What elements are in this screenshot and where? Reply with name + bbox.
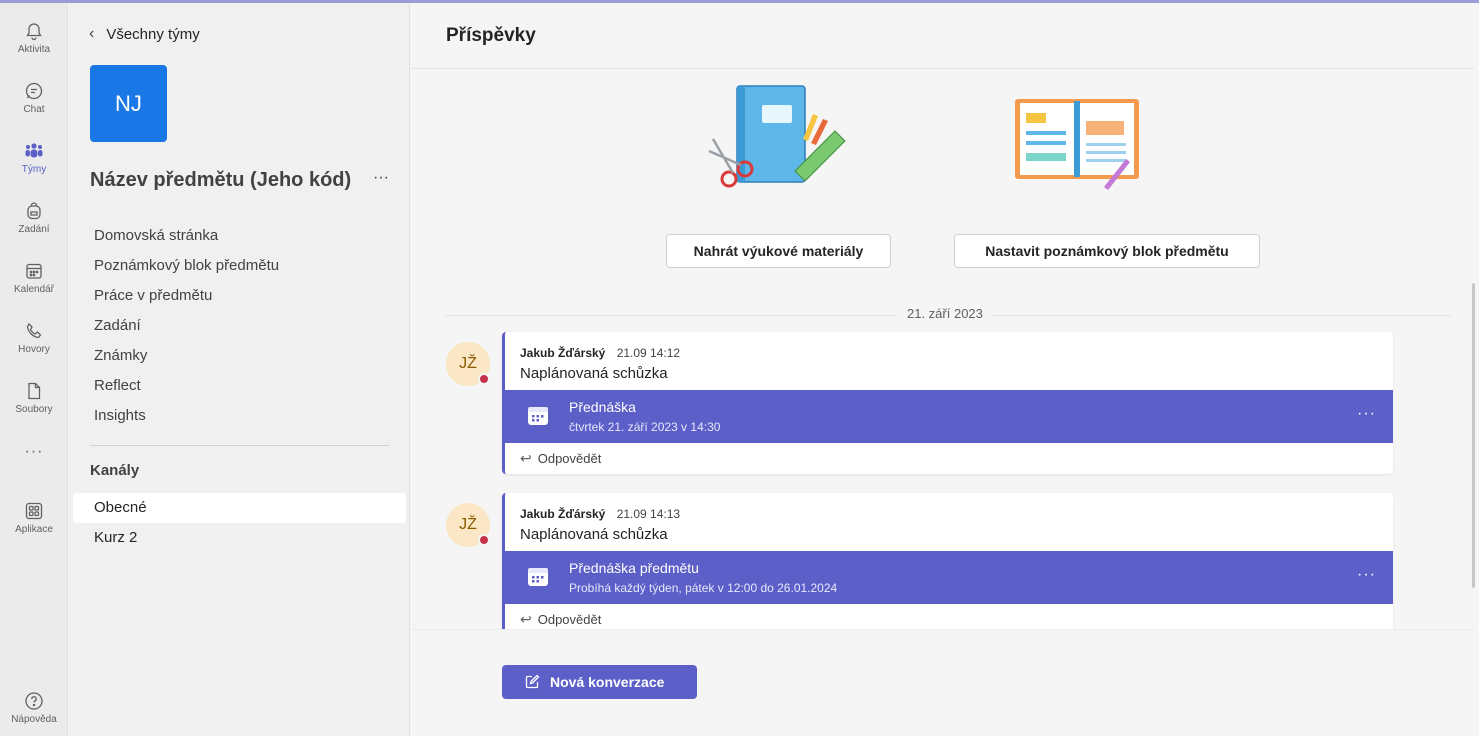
apps-icon: [25, 502, 43, 520]
channels-heading: Kanály: [90, 462, 140, 479]
post-header: Jakub Žďárský 21.09 14:12: [520, 346, 680, 360]
channel-general[interactable]: Obecné: [73, 493, 406, 523]
back-to-all-teams[interactable]: ‹ Všechny týmy: [89, 25, 200, 43]
rail-label: Zadání: [18, 224, 50, 235]
meeting-card[interactable]: Přednáška předmětu Probíhá každý týden, …: [505, 551, 1393, 604]
nav-item-insights[interactable]: Insights: [94, 404, 279, 434]
post-card: Jakub Žďárský 21.09 14:13 Naplánovaná sc…: [502, 493, 1393, 635]
rail-item-calendar[interactable]: Kalendář: [0, 251, 68, 307]
rail-label: Soubory: [15, 404, 53, 415]
nav-item-home[interactable]: Domovská stránka: [94, 224, 279, 254]
post-subject: Naplánovaná schůzka: [520, 526, 668, 543]
new-conversation-button[interactable]: Nová konverzace: [502, 665, 697, 699]
post-header: Jakub Žďárský 21.09 14:13: [520, 507, 680, 521]
meeting-detail: čtvrtek 21. září 2023 v 14:30: [569, 420, 721, 434]
more-options-icon[interactable]: ···: [1357, 405, 1376, 423]
scrollbar[interactable]: [1472, 283, 1475, 588]
rail-item-help[interactable]: Nápověda: [0, 681, 68, 736]
reply-button[interactable]: ↩ Odpovědět: [520, 611, 601, 628]
nav-item-notebook[interactable]: Poznámkový blok předmětu: [94, 254, 279, 284]
reply-label: Odpovědět: [537, 451, 602, 466]
post-author[interactable]: Jakub Žďárský: [520, 346, 605, 360]
chevron-left-icon: ‹: [89, 25, 95, 42]
rail-item-assignments[interactable]: Zadání: [0, 191, 68, 247]
rail-item-calls[interactable]: Hovory: [0, 311, 68, 367]
sidebar-divider: [90, 445, 389, 446]
rail-item-files[interactable]: Soubory: [0, 371, 68, 427]
post-time: 21.09 14:13: [616, 507, 681, 521]
presence-busy-icon: [478, 373, 490, 385]
more-options-icon[interactable]: ···: [1357, 566, 1376, 584]
calendar-icon: [528, 568, 548, 586]
teams-icon: [25, 143, 43, 158]
post-card: Jakub Žďárský 21.09 14:12 Naplánovaná sc…: [502, 332, 1393, 474]
posts-pane: Příspěvky Nahrát výukové materiály Nasta…: [411, 3, 1475, 736]
reply-icon: ↩: [520, 611, 532, 627]
back-label: Všechny týmy: [106, 25, 200, 43]
calendar-icon: [528, 407, 548, 425]
team-avatar: NJ: [90, 65, 167, 142]
channel-kurz-2[interactable]: Kurz 2: [73, 523, 406, 553]
meeting-title: Přednáška předmětu: [569, 560, 699, 576]
notebook-illustration: [1015, 99, 1139, 190]
reply-button[interactable]: ↩ Odpovědět: [520, 450, 601, 467]
rail-item-teams[interactable]: Týmy: [0, 131, 68, 187]
more-apps-icon[interactable]: ···: [0, 443, 68, 461]
rail-label: Kalendář: [13, 284, 55, 295]
setup-notebook-button[interactable]: Nastavit poznámkový blok předmětu: [954, 234, 1260, 268]
team-name: Název předmětu (Jeho kód): [90, 169, 352, 191]
reply-label: Odpovědět: [537, 612, 602, 627]
rail-label: Hovory: [18, 344, 50, 355]
rail-item-apps[interactable]: Aplikace: [0, 491, 68, 547]
rail-label: Aktivita: [17, 44, 51, 55]
post-time: 21.09 14:12: [616, 346, 681, 360]
backpack-icon: [27, 202, 41, 220]
presence-busy-icon: [478, 534, 490, 546]
school-supplies-illustration: [708, 85, 846, 188]
phone-icon: [26, 322, 42, 339]
team-nav: Domovská stránka Poznámkový blok předmět…: [94, 224, 279, 434]
date-separator: 21. září 2023: [897, 306, 993, 321]
meeting-title: Přednáška: [569, 399, 636, 415]
meeting-detail: Probíhá každý týden, pátek v 12:00 do 26…: [569, 581, 838, 595]
team-more-options[interactable]: ···: [373, 169, 389, 187]
chat-icon: [25, 82, 43, 100]
page-title: Příspěvky: [446, 25, 536, 46]
calendar-icon: [26, 263, 42, 279]
nav-item-classwork[interactable]: Práce v předmětu: [94, 284, 279, 314]
post-subject: Naplánovaná schůzka: [520, 365, 668, 382]
rail-item-activity[interactable]: Aktivita: [0, 11, 68, 67]
team-sidebar: ‹ Všechny týmy NJ Název předmětu (Jeho k…: [69, 3, 410, 736]
rail-label: Chat: [23, 104, 45, 115]
upload-materials-button[interactable]: Nahrát výukové materiály: [666, 234, 891, 268]
post-author[interactable]: Jakub Žďárský: [520, 507, 605, 521]
nav-item-assignments[interactable]: Zadání: [94, 314, 279, 344]
app-rail: Aktivita Chat Týmy Zadání Kalendář Hovor…: [0, 3, 68, 736]
rail-label: Týmy: [21, 164, 47, 175]
meeting-card[interactable]: Přednáška čtvrtek 21. září 2023 v 14:30 …: [505, 390, 1393, 443]
reply-icon: ↩: [520, 450, 532, 466]
nav-item-reflect[interactable]: Reflect: [94, 374, 279, 404]
compose-icon: [525, 674, 540, 689]
new-conversation-label: Nová konverzace: [550, 674, 665, 690]
file-icon: [28, 382, 41, 400]
rail-item-chat[interactable]: Chat: [0, 71, 68, 127]
bell-icon: [26, 23, 42, 41]
main-header: Příspěvky: [411, 3, 1474, 69]
rail-label: Nápověda: [11, 714, 57, 725]
help-icon: [25, 692, 43, 710]
nav-item-grades[interactable]: Známky: [94, 344, 279, 374]
rail-label: Aplikace: [15, 524, 53, 535]
